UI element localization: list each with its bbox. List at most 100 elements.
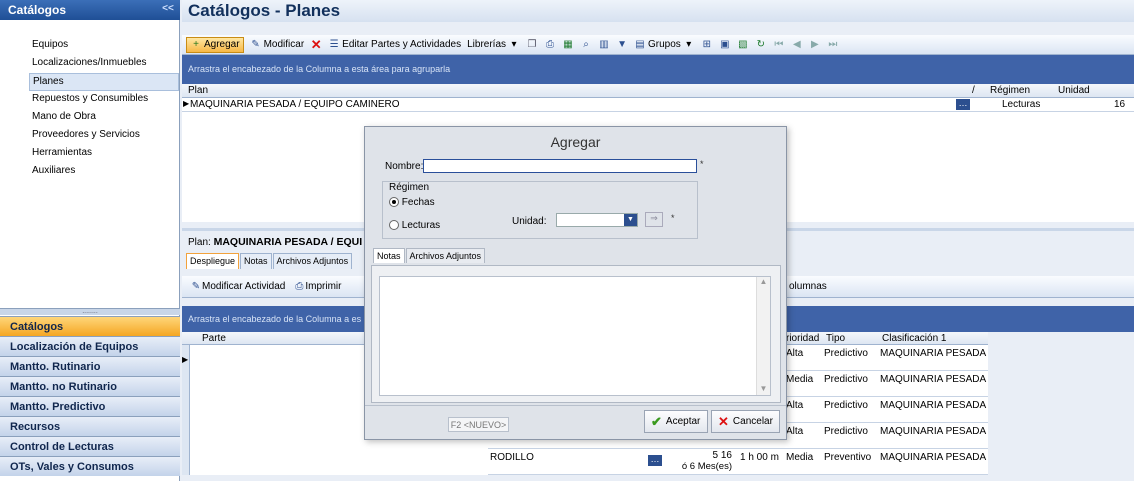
nav-control-lecturas[interactable]: Control de Lecturas (0, 436, 180, 456)
nav-localizacion-equipos[interactable]: Localización de Equipos (0, 336, 180, 356)
columns-button[interactable]: ▥ (598, 39, 610, 51)
chart-button[interactable]: ▧ (737, 39, 749, 51)
sidebar-item-localizaciones[interactable]: Localizaciones/Inmuebles (32, 55, 182, 73)
fechas-radio[interactable]: Fechas (389, 197, 435, 208)
tab-archivos-adjuntos[interactable]: Archivos Adjuntos (405, 248, 486, 263)
unidad-select[interactable]: ▼ (556, 213, 638, 227)
column-unidad[interactable]: Unidad (1058, 85, 1090, 96)
dropdown-icon: ▾ (686, 38, 692, 50)
filter-button[interactable]: ▼ (616, 39, 628, 51)
excel-button[interactable]: ▦ (562, 39, 574, 51)
column-regimen[interactable]: Régimen (990, 85, 1030, 96)
scroll-down-icon[interactable]: ▼ (757, 384, 770, 393)
librerias-button[interactable]: Librerías ▾ (467, 39, 520, 51)
print-icon: ⎙ (295, 280, 304, 292)
search-button[interactable]: ⌕ (580, 39, 592, 51)
sidebar-item-mano-de-obra[interactable]: Mano de Obra (32, 109, 182, 127)
sidebar-splitter[interactable]: ........ (0, 308, 180, 315)
sidebar-item-equipos[interactable]: Equipos (32, 37, 182, 55)
unidad-add-button[interactable]: ⇒ (645, 212, 663, 227)
search-icon: ⌕ (583, 38, 589, 50)
cell-tiempo: 1 h 00 m (740, 452, 779, 463)
row-indicator-icon: ▶ (182, 355, 189, 364)
cell-tipo: Preventivo (824, 452, 872, 463)
ellipsis-button[interactable]: … (648, 455, 662, 466)
parts-icon: ☰ (329, 38, 339, 50)
sidebar-item-herramientas[interactable]: Herramientas (32, 145, 182, 163)
tab-despliegue[interactable]: Despliegue (186, 253, 240, 269)
ellipsis-button[interactable]: … (956, 99, 970, 110)
sidebar-item-auxiliares[interactable]: Auxiliares (32, 163, 182, 181)
nuevo-shortcut[interactable]: F2 <NUEVO> (448, 417, 509, 432)
nav-recursos[interactable]: Recursos (0, 416, 180, 436)
nav-mantto-rutinario[interactable]: Mantto. Rutinario (0, 356, 180, 376)
aceptar-button[interactable]: ✔ Aceptar (644, 410, 708, 433)
prev-record-button[interactable]: ◀ (791, 39, 803, 51)
editar-partes-button[interactable]: ☰ Editar Partes y Actividades (328, 39, 461, 51)
nav-ots-vales[interactable]: OTs, Vales y Consumos (0, 456, 180, 476)
table-row[interactable]: ▶ MAQUINARIA PESADA / EQUIPO CAMINERO … … (182, 98, 1134, 112)
nombre-label: Nombre: (385, 161, 424, 172)
lower-tabs: Despliegue Notas Archivos Adjuntos (186, 253, 353, 269)
first-record-button[interactable]: ⏮ (773, 39, 785, 51)
refresh-button[interactable]: ↻ (755, 39, 767, 51)
sidebar-item-repuestos[interactable]: Repuestos y Consumibles (32, 91, 182, 109)
close-icon: ✕ (718, 413, 729, 429)
nav-mantto-no-rutinario[interactable]: Mantto. no Rutinario (0, 376, 180, 396)
sidebar-item-planes[interactable]: Planes (29, 73, 179, 91)
sidebar: Catálogos << Equipos Localizaciones/Inmu… (0, 0, 180, 481)
last-record-button[interactable]: ⏭ (827, 39, 839, 51)
cell-clasificacion: MAQUINARIA PESADA (880, 426, 987, 437)
table-row[interactable]: RODILLO … 5 16 ó 6 Mes(es) 1 h 00 m Medi… (488, 449, 988, 475)
tree-icon: ⊞ (702, 38, 711, 50)
modificar-button[interactable]: ✎ Modificar (250, 39, 305, 51)
sidebar-header: Catálogos << (0, 0, 180, 20)
grupos-button[interactable]: ▤ Grupos ▾ (634, 39, 695, 51)
print-button[interactable]: ⎙ (544, 39, 556, 51)
imprimir-button[interactable]: ⎙ Imprimir (293, 281, 341, 293)
tab-notas[interactable]: Notas (240, 253, 272, 269)
tree-button[interactable]: ⊞ (701, 39, 713, 51)
lecturas-radio[interactable]: Lecturas (389, 220, 440, 231)
cell-unidad: 16 (1114, 99, 1126, 110)
delete-button[interactable]: ✕ (310, 38, 322, 51)
cell-prioridad: Media (786, 374, 814, 385)
chevron-down-icon[interactable]: ▼ (624, 214, 637, 226)
copy-button[interactable]: ❐ (526, 39, 538, 51)
modificar-label: Modificar (263, 39, 305, 50)
prev-icon: ◀ (792, 38, 801, 50)
cell-clasificacion: MAQUINARIA PESADA (880, 400, 987, 411)
calendar-button[interactable]: ▣ (719, 39, 731, 51)
nombre-input[interactable] (423, 159, 697, 173)
cell-tipo: Predictivo (824, 374, 868, 385)
scroll-up-icon[interactable]: ▲ (757, 277, 770, 286)
nav-mantto-predictivo[interactable]: Mantto. Predictivo (0, 396, 180, 416)
tab-archivos[interactable]: Archivos Adjuntos (272, 253, 353, 269)
page-title: Catálogos - Planes (182, 0, 1134, 22)
agregar-button[interactable]: + Agregar (186, 36, 244, 53)
cell-frecuencia: 5 16 (712, 450, 732, 461)
column-prioridad[interactable]: rioridad (786, 333, 819, 344)
next-icon: ▶ (810, 38, 819, 50)
collapse-sidebar-button[interactable]: << (160, 3, 176, 17)
tab-notas[interactable]: Notas (373, 248, 405, 263)
modificar-actividad-button[interactable]: ✎ Modificar Actividad (190, 280, 286, 293)
column-parte[interactable]: Parte (202, 333, 226, 344)
column-tipo[interactable]: Tipo (826, 333, 845, 344)
chart-icon: ▧ (738, 38, 748, 50)
column-clasificacion[interactable]: Clasificación 1 (882, 333, 946, 344)
cancelar-button[interactable]: ✕ Cancelar (711, 410, 780, 433)
column-plan[interactable]: Plan (188, 85, 208, 96)
sidebar-item-proveedores[interactable]: Proveedores y Servicios (32, 127, 182, 145)
notes-scrollbar[interactable]: ▲ ▼ (756, 277, 770, 395)
unidad-label: Unidad: (512, 216, 547, 227)
notes-textarea[interactable]: ▲ ▼ (379, 276, 771, 396)
next-record-button[interactable]: ▶ (809, 39, 821, 51)
columns-icon: ▥ (599, 38, 609, 50)
first-icon: ⏮ (774, 38, 784, 50)
edit-icon: ✎ (191, 280, 201, 292)
main-toolbar: + Agregar ✎ Modificar ✕ ☰ Editar Partes y A… (182, 35, 1134, 55)
nav-catalogos[interactable]: Catálogos (0, 316, 180, 336)
group-by-area[interactable]: Arrastra el encabezado de la Columna a e… (182, 55, 1134, 84)
columnas-button[interactable]: olumnas (789, 281, 827, 292)
